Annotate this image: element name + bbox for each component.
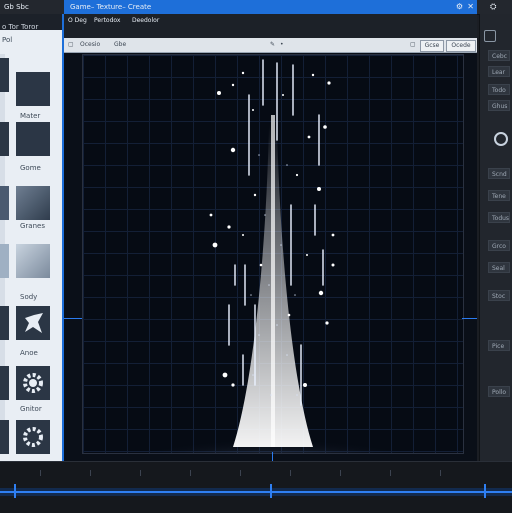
inspector-row-2[interactable]: Lear (488, 66, 510, 77)
left-tab-label[interactable]: Gb Sbc (4, 0, 29, 14)
asset-thumb-1[interactable] (0, 58, 9, 92)
asset-thumb-13[interactable] (0, 420, 9, 454)
asset-label-mater: Mater (20, 112, 41, 120)
inspector-row-11[interactable]: Pice (488, 340, 510, 351)
color-wheel-icon[interactable] (494, 132, 508, 146)
asset-thumb-5[interactable] (0, 186, 9, 220)
close-icon[interactable]: ✕ (467, 0, 474, 14)
asset-thumb-4[interactable] (16, 122, 50, 156)
gear-icon (23, 427, 43, 447)
asset-label-granes: Granes (20, 222, 45, 230)
particle-waterfall (113, 59, 433, 453)
asset-browser-header: o Tor Toror (0, 14, 62, 31)
asset-label-gome: Gome (20, 164, 41, 172)
timeline-tick (290, 470, 291, 476)
active-window-header: Game– Texture– Create ⚙ ✕ (64, 0, 477, 14)
asset-thumb-7[interactable] (0, 244, 9, 278)
toolbar-checkbox-icon-2[interactable]: ▢ (410, 41, 416, 48)
asset-thumb-star[interactable] (16, 306, 50, 340)
settings-icon[interactable]: ⚙ (456, 0, 463, 14)
menu-item-1[interactable]: O Deg (68, 14, 87, 28)
asset-thumb-9[interactable] (0, 306, 9, 340)
toolbar-item-1[interactable]: Ocesio (80, 41, 100, 48)
guide-bottom (272, 452, 273, 461)
asset-thumb-gear-2[interactable] (16, 420, 50, 454)
viewport-toolbar: ▢ Ocesio Gbe ✎ • ▢ Gcse Ocede (64, 38, 477, 53)
window-title: Game– Texture– Create (70, 3, 152, 11)
gear-icon (23, 373, 43, 393)
timeline-panel (0, 461, 512, 513)
toolbar-item-2[interactable]: Gbe (114, 41, 126, 48)
toolbar-pen-icon[interactable]: ✎ (270, 41, 275, 48)
timeline-keyframe[interactable] (14, 484, 16, 498)
toolbar-checkbox-icon[interactable]: ▢ (68, 41, 74, 48)
asset-thumb-2[interactable] (16, 72, 50, 106)
asset-thumb-8[interactable] (16, 244, 50, 278)
timeline-tick (340, 470, 341, 476)
inspector-row-9[interactable]: Seal (488, 262, 510, 273)
asset-thumb-6[interactable] (16, 186, 50, 220)
asset-thumb-3[interactable] (0, 122, 9, 156)
asset-label-anoe: Anoe (20, 349, 38, 357)
inspector-row-10[interactable]: Stoc (488, 290, 510, 301)
asset-thumb-11[interactable] (0, 366, 9, 400)
inspector-row-7[interactable]: Todus (488, 212, 510, 223)
title-bar: Gb Sbc Game– Texture– Create ⚙ ✕ ⛭ (0, 0, 512, 15)
asset-browser-title: o Tor Toror (2, 23, 39, 31)
timeline-tick (240, 470, 241, 476)
inspector-row-3[interactable]: Todo (488, 84, 510, 95)
inspector-row-6[interactable]: Tene (488, 190, 510, 201)
inspector-row-5[interactable]: Scnd (488, 168, 510, 179)
scene-viewport[interactable] (82, 54, 464, 454)
menu-item-2[interactable]: Pertodox (94, 14, 120, 28)
asset-label-gnitor: Gnitor (20, 405, 42, 413)
left-panel-label: Pol (2, 36, 13, 44)
timeline-tick (90, 470, 91, 476)
timeline-line (0, 491, 512, 493)
timeline-keyframe[interactable] (484, 484, 486, 498)
toolbar-dot-icon[interactable]: • (280, 41, 284, 48)
timeline-tick (390, 470, 391, 476)
menu-strip: O Deg Pertodox Deedolor (64, 14, 477, 38)
timeline-tick (440, 470, 441, 476)
inspector-box-icon[interactable] (484, 30, 496, 42)
inspector-row-4[interactable]: Ghus (488, 100, 510, 111)
top-right-icon[interactable]: ⛭ (490, 0, 496, 14)
inspector-row-8[interactable]: Grco (488, 240, 510, 251)
timeline-tick (140, 470, 141, 476)
guide-right (462, 318, 477, 319)
inspector-row-12[interactable]: Pollo (488, 386, 510, 397)
toolbar-button-1[interactable]: Gcse (420, 40, 444, 52)
inspector-row-1[interactable]: Cebc (488, 50, 510, 61)
toolbar-button-2[interactable]: Ocede (446, 40, 476, 52)
asset-thumb-gear[interactable] (16, 366, 50, 400)
star-shape-icon (25, 313, 43, 333)
timeline-tick (40, 470, 41, 476)
guide-left (64, 318, 82, 319)
menu-item-3[interactable]: Deedolor (132, 14, 159, 28)
timeline-tick (190, 470, 191, 476)
timeline-playhead[interactable] (270, 484, 272, 498)
asset-label-sody: Sody (20, 293, 38, 301)
